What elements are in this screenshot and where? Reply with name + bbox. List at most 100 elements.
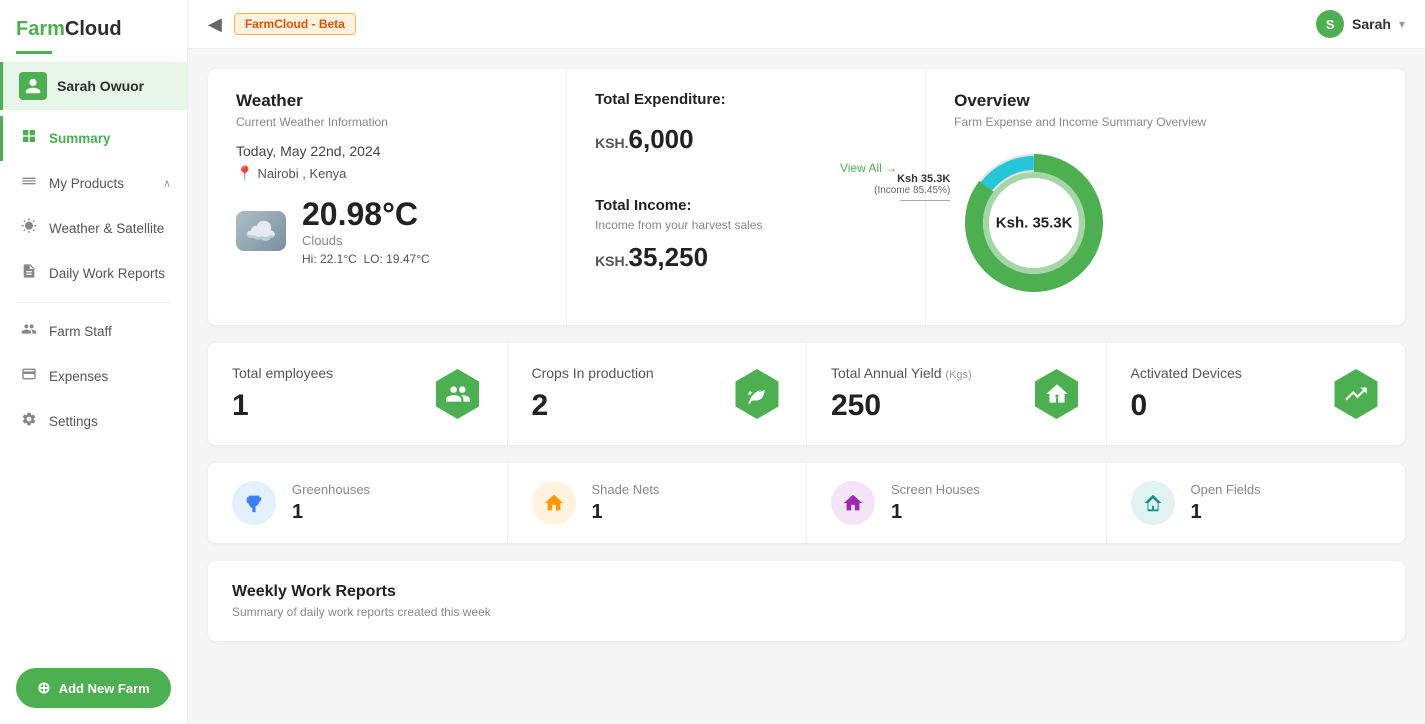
settings-icon	[19, 411, 39, 432]
topbar-left: ◀ FarmCloud - Beta	[208, 13, 356, 35]
topbar-chevron-icon[interactable]: ▾	[1399, 17, 1405, 31]
logo-cloud: Cloud	[65, 18, 122, 40]
stat-yield-value: 250	[831, 389, 972, 423]
collapse-icon[interactable]: ◀	[208, 14, 222, 35]
shade-nets-label: Shade Nets	[592, 482, 660, 497]
reports-icon	[19, 263, 39, 284]
greenhouses-icon	[232, 481, 276, 525]
sidebar-item-settings[interactable]: Settings	[0, 399, 187, 444]
logo: FarmCloud	[0, 0, 187, 51]
expenditure-amount: 6,000	[629, 124, 694, 154]
screen-houses-label: Screen Houses	[891, 482, 980, 497]
expenditure-prefix: KSH.	[595, 135, 628, 151]
stat-yield: Total Annual Yield (Kgs) 250	[807, 343, 1107, 445]
weather-temperature: 20.98°C	[302, 196, 430, 233]
donut-chart: Ksh. 35.3K	[954, 143, 1114, 303]
stat-employees-value: 1	[232, 389, 333, 423]
weather-location: 📍 Nairobi , Kenya	[236, 165, 538, 182]
stat-employees-label: Total employees	[232, 365, 333, 381]
sidebar-item-summary[interactable]: Summary	[0, 116, 187, 161]
pin-icon: 📍	[236, 165, 253, 182]
facilities-row: Greenhouses 1 Shade Nets 1	[208, 463, 1405, 543]
overview-subtitle: Farm Expense and Income Summary Overview	[954, 115, 1377, 129]
employees-icon	[433, 369, 483, 419]
weekly-title: Weekly Work Reports	[232, 583, 1381, 601]
sidebar-item-label-expenses: Expenses	[49, 369, 108, 384]
expenses-icon	[19, 366, 39, 387]
add-farm-button[interactable]: ⊕ Add New Farm	[16, 668, 171, 708]
nav-divider-1	[16, 302, 171, 303]
staff-icon	[19, 321, 39, 342]
user-icon	[19, 72, 47, 100]
main-content: ◀ FarmCloud - Beta S Sarah ▾ Weather Cur…	[188, 0, 1425, 724]
overview-title: Overview	[954, 91, 1377, 111]
sidebar-item-label-summary: Summary	[49, 131, 111, 146]
sidebar-item-reports[interactable]: Daily Work Reports	[0, 251, 187, 296]
legend-annotation-sub: (Income 85.45%)	[874, 185, 950, 196]
beta-badge: FarmCloud - Beta	[234, 13, 356, 35]
sidebar-item-label-products: My Products	[49, 176, 124, 191]
stat-employees: Total employees 1	[208, 343, 508, 445]
shade-nets-icon	[532, 481, 576, 525]
sidebar-item-label-settings: Settings	[49, 414, 98, 429]
income-title: Total Income:	[595, 197, 897, 214]
stat-crops-info: Crops In production 2	[532, 365, 654, 423]
facility-screen-houses: Screen Houses 1	[807, 463, 1107, 543]
screen-houses-icon	[831, 481, 875, 525]
stat-devices-info: Activated Devices 0	[1131, 365, 1242, 423]
greenhouses-label: Greenhouses	[292, 482, 370, 497]
stat-employees-info: Total employees 1	[232, 365, 333, 423]
summary-icon	[19, 128, 39, 149]
facility-shade-nets: Shade Nets 1	[508, 463, 808, 543]
sidebar: FarmCloud Sarah Owuor Summary My Product…	[0, 0, 188, 724]
stat-devices-label: Activated Devices	[1131, 365, 1242, 381]
screen-houses-info: Screen Houses 1	[891, 482, 980, 524]
add-farm-label: Add New Farm	[59, 681, 150, 696]
sidebar-item-products[interactable]: My Products ∧	[0, 161, 187, 206]
open-fields-count: 1	[1191, 501, 1261, 524]
sidebar-user[interactable]: Sarah Owuor	[0, 62, 187, 110]
topbar: ◀ FarmCloud - Beta S Sarah ▾	[188, 0, 1425, 49]
weather-title: Weather	[236, 91, 538, 111]
facility-greenhouses: Greenhouses 1	[208, 463, 508, 543]
stat-crops: Crops In production 2	[508, 343, 808, 445]
weather-date: Today, May 22nd, 2024	[236, 143, 538, 159]
sidebar-nav: Summary My Products ∧ Weather & Satellit…	[0, 110, 187, 652]
shade-nets-count: 1	[592, 501, 660, 524]
stat-devices-value: 0	[1131, 389, 1242, 423]
sidebar-item-staff[interactable]: Farm Staff	[0, 309, 187, 354]
expenditure-title: Total Expenditure:	[595, 91, 897, 108]
weather-icon	[19, 218, 39, 239]
stat-crops-label: Crops In production	[532, 365, 654, 381]
sidebar-item-label-weather: Weather & Satellite	[49, 221, 164, 236]
topbar-user-name: Sarah	[1352, 16, 1391, 32]
crops-icon	[732, 369, 782, 419]
plus-icon: ⊕	[37, 678, 50, 698]
legend-annotation-label: Ksh 35.3K	[874, 173, 950, 185]
weekly-reports-card: Weekly Work Reports Summary of daily wor…	[208, 561, 1405, 641]
weather-description: Clouds	[302, 233, 430, 248]
open-fields-label: Open Fields	[1191, 482, 1261, 497]
view-all-link[interactable]: View All →	[595, 161, 897, 175]
overview-inner: Ksh 35.3K (Income 85.45%)	[954, 143, 1377, 303]
chevron-down-icon: ∧	[163, 177, 171, 190]
facility-open-fields: Open Fields 1	[1107, 463, 1406, 543]
weather-cloud-icon: ☁️	[236, 211, 286, 251]
products-icon	[19, 173, 39, 194]
logo-underline	[16, 51, 52, 54]
donut-center-label: Ksh. 35.3K	[996, 215, 1073, 232]
sidebar-item-expenses[interactable]: Expenses	[0, 354, 187, 399]
sidebar-item-weather[interactable]: Weather & Satellite	[0, 206, 187, 251]
weather-main: ☁️ 20.98°C Clouds Hi: 22.1°C LO: 19.47°C	[236, 196, 538, 266]
income-prefix: KSH.	[595, 253, 628, 269]
stat-yield-info: Total Annual Yield (Kgs) 250	[831, 365, 972, 423]
weather-location-text: Nairobi , Kenya	[257, 166, 346, 181]
sidebar-item-label-staff: Farm Staff	[49, 324, 112, 339]
weather-card: Weather Current Weather Information Toda…	[208, 69, 567, 325]
sidebar-item-label-reports: Daily Work Reports	[49, 266, 165, 281]
sidebar-user-name: Sarah Owuor	[57, 78, 144, 94]
weather-subtitle: Current Weather Information	[236, 115, 538, 129]
sidebar-bottom: ⊕ Add New Farm	[0, 652, 187, 724]
weather-range: Hi: 22.1°C LO: 19.47°C	[302, 252, 430, 266]
stat-crops-value: 2	[532, 389, 654, 423]
